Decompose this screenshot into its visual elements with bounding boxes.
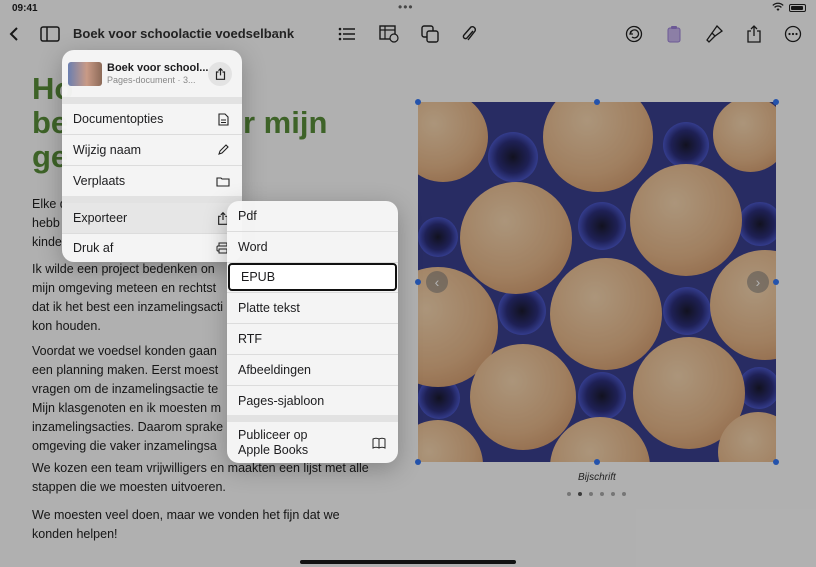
- export-word[interactable]: Word: [227, 232, 398, 262]
- home-indicator[interactable]: [300, 560, 516, 564]
- export-submenu: Pdf Word EPUB Platte tekst RTF Afbeeldin…: [227, 201, 398, 463]
- folder-icon: [216, 174, 230, 188]
- export-pages-sjabloon[interactable]: Pages-sjabloon: [227, 386, 398, 415]
- menu-document-name: Boek voor school...: [107, 62, 209, 74]
- publish-apple-books[interactable]: Publiceer op Apple Books: [227, 422, 398, 463]
- export-afbeeldingen[interactable]: Afbeeldingen: [227, 355, 398, 385]
- menu-item-documentopties[interactable]: Documentopties: [62, 104, 242, 134]
- export-rtf[interactable]: RTF: [227, 324, 398, 354]
- document-menu: Boek voor school... Pages-document · 3..…: [62, 50, 242, 262]
- pencil-icon: [216, 143, 230, 157]
- menu-item-verplaats[interactable]: Verplaats: [62, 166, 242, 196]
- document-icon: [216, 112, 230, 126]
- export-platte-tekst[interactable]: Platte tekst: [227, 293, 398, 323]
- document-thumbnail: [68, 62, 102, 86]
- menu-item-exporteer[interactable]: Exporteer: [62, 203, 242, 233]
- menu-item-wijzig-naam[interactable]: Wijzig naam: [62, 135, 242, 165]
- export-pdf[interactable]: Pdf: [227, 201, 398, 231]
- export-epub[interactable]: EPUB: [228, 263, 397, 291]
- share-icon[interactable]: [208, 62, 232, 86]
- menu-item-druk-af[interactable]: Druk af: [62, 234, 242, 262]
- book-icon: [372, 436, 386, 450]
- menu-document-type: Pages-document · 3...: [107, 75, 196, 85]
